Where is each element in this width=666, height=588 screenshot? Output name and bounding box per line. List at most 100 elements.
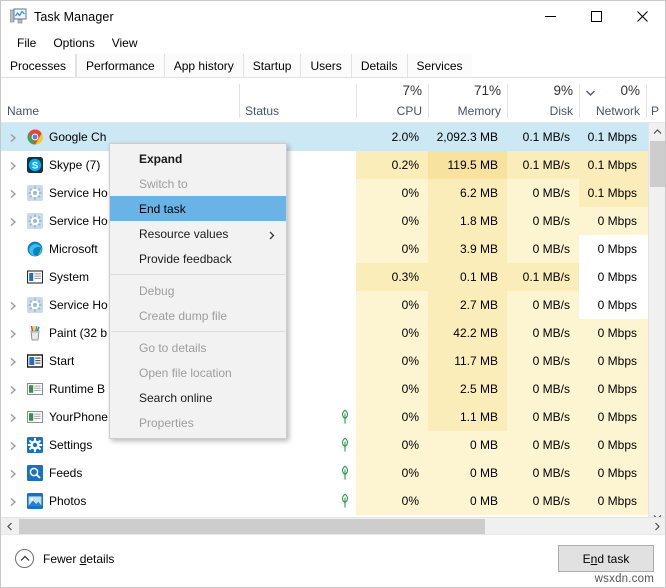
context-menu-item-end-task[interactable]: End task — [110, 196, 286, 221]
process-disk-cell[interactable]: 0 MB/s — [507, 431, 579, 459]
process-network-cell[interactable]: 0.1 Mbps — [579, 179, 646, 207]
process-memory-cell[interactable]: 1.8 MB — [428, 207, 507, 235]
process-disk-cell[interactable]: 0 MB/s — [507, 347, 579, 375]
process-disk-cell[interactable]: 0.1 MB/s — [507, 123, 579, 151]
process-network-cell[interactable]: 0 Mbps — [579, 207, 646, 235]
expand-chevron-icon[interactable] — [9, 300, 18, 310]
maximize-button[interactable] — [573, 1, 619, 32]
menu-item-view[interactable]: View — [104, 34, 147, 53]
tab-users[interactable]: Users — [300, 54, 350, 77]
tab-services[interactable]: Services — [407, 54, 472, 77]
process-disk-cell[interactable]: 0 MB/s — [507, 375, 579, 403]
expand-chevron-icon[interactable] — [9, 412, 18, 422]
expand-chevron-icon[interactable] — [9, 216, 18, 226]
process-memory-cell[interactable]: 42.2 MB — [428, 319, 507, 347]
column-header-memory[interactable]: 71%Memory — [428, 79, 507, 122]
process-memory-cell[interactable]: 11.7 MB — [428, 347, 507, 375]
process-disk-cell[interactable]: 0 MB/s — [507, 403, 579, 431]
process-cpu-cell[interactable]: 0% — [356, 459, 428, 487]
table-row[interactable]: SSkype (7)0.2%119.5 MB0.1 MB/s0.1 Mbps — [1, 151, 665, 179]
process-memory-cell[interactable]: 1.1 MB — [428, 403, 507, 431]
process-cpu-cell[interactable]: 0% — [356, 291, 428, 319]
process-disk-cell[interactable]: 0 MB/s — [507, 319, 579, 347]
process-memory-cell[interactable]: 119.5 MB — [428, 151, 507, 179]
close-button[interactable] — [619, 1, 665, 32]
process-memory-cell[interactable]: 2,092.3 MB — [428, 123, 507, 151]
process-network-cell[interactable]: 0 Mbps — [579, 403, 646, 431]
process-disk-cell[interactable]: 0 MB/s — [507, 207, 579, 235]
process-memory-cell[interactable]: 6.2 MB — [428, 179, 507, 207]
table-row[interactable]: System0.3%0.1 MB0.1 MB/s0 Mbps — [1, 263, 665, 291]
process-disk-cell[interactable]: 0 MB/s — [507, 179, 579, 207]
context-menu[interactable]: ExpandSwitch toEnd taskResource valuesPr… — [109, 143, 287, 439]
process-cpu-cell[interactable]: 0% — [356, 179, 428, 207]
process-memory-cell[interactable]: 0.1 MB — [428, 263, 507, 291]
process-memory-cell[interactable]: 0 MB — [428, 487, 507, 515]
process-memory-cell[interactable]: 2.5 MB — [428, 375, 507, 403]
expand-chevron-icon[interactable] — [9, 188, 18, 198]
process-disk-cell[interactable]: 0 MB/s — [507, 291, 579, 319]
table-row[interactable]: Google Ch2.0%2,092.3 MB0.1 MB/s0.1 Mbps — [1, 123, 665, 151]
process-cpu-cell[interactable]: 0% — [356, 235, 428, 263]
expand-chevron-icon[interactable] — [9, 356, 18, 366]
table-row[interactable]: Photos0%0 MB0 MB/s0 Mbps — [1, 487, 665, 515]
process-cpu-cell[interactable]: 2.0% — [356, 123, 428, 151]
process-disk-cell[interactable]: 0 MB/s — [507, 487, 579, 515]
process-network-cell[interactable]: 0 Mbps — [579, 347, 646, 375]
process-memory-cell[interactable]: 2.7 MB — [428, 291, 507, 319]
process-cpu-cell[interactable]: 0% — [356, 403, 428, 431]
table-row[interactable]: Service Ho0%2.7 MB0 MB/s0 Mbps — [1, 291, 665, 319]
context-menu-item-provide-feedback[interactable]: Provide feedback — [110, 246, 286, 271]
expand-chevron-icon[interactable] — [9, 160, 18, 170]
fewer-details-button[interactable]: Fewer details — [15, 549, 114, 568]
process-disk-cell[interactable]: 0.1 MB/s — [507, 263, 579, 291]
tab-app-history[interactable]: App history — [164, 54, 243, 77]
tab-performance[interactable]: Performance — [76, 54, 164, 77]
process-cpu-cell[interactable]: 0.2% — [356, 151, 428, 179]
process-network-cell[interactable]: 0 Mbps — [579, 291, 646, 319]
process-cpu-cell[interactable]: 0% — [356, 319, 428, 347]
menu-item-file[interactable]: File — [9, 34, 45, 53]
tab-processes[interactable]: Processes — [1, 54, 76, 77]
process-status-cell[interactable] — [239, 459, 356, 487]
process-network-cell[interactable]: 0 Mbps — [579, 319, 646, 347]
process-network-cell[interactable]: 0.1 Mbps — [579, 123, 646, 151]
process-memory-cell[interactable]: 3.9 MB — [428, 235, 507, 263]
process-disk-cell[interactable]: 0.1 MB/s — [507, 151, 579, 179]
process-network-cell[interactable]: 0 Mbps — [579, 235, 646, 263]
process-network-cell[interactable]: 0 Mbps — [579, 431, 646, 459]
column-header-disk[interactable]: 9%Disk — [507, 79, 579, 122]
table-row[interactable]: Paint (32 b0%42.2 MB0 MB/s0 Mbps — [1, 319, 665, 347]
column-header-cpu[interactable]: 7%CPU — [356, 79, 428, 122]
vertical-scrollbar[interactable] — [648, 123, 665, 525]
horizontal-scrollbar[interactable] — [1, 517, 665, 534]
process-cpu-cell[interactable]: 0% — [356, 347, 428, 375]
table-row[interactable]: Service Ho0%1.8 MB0 MB/s0 Mbps — [1, 207, 665, 235]
context-menu-item-expand[interactable]: Expand — [110, 146, 286, 171]
menu-item-options[interactable]: Options — [45, 34, 103, 53]
process-memory-cell[interactable]: 0 MB — [428, 431, 507, 459]
expand-chevron-icon[interactable] — [9, 468, 18, 478]
scroll-up-icon[interactable] — [649, 123, 666, 140]
table-row[interactable]: YourPhone.exe (2)0%1.1 MB0 MB/s0 Mbps — [1, 403, 665, 431]
process-cpu-cell[interactable]: 0% — [356, 487, 428, 515]
process-disk-cell[interactable]: 0 MB/s — [507, 459, 579, 487]
end-task-button[interactable]: End task — [558, 545, 654, 572]
expand-chevron-icon[interactable] — [9, 132, 18, 142]
table-row[interactable]: Service Ho0%6.2 MB0 MB/s0.1 Mbps — [1, 179, 665, 207]
process-status-cell[interactable] — [239, 487, 356, 515]
process-cpu-cell[interactable]: 0.3% — [356, 263, 428, 291]
process-network-cell[interactable]: 0 Mbps — [579, 459, 646, 487]
process-cpu-cell[interactable]: 0% — [356, 375, 428, 403]
expand-chevron-icon[interactable] — [9, 440, 18, 450]
column-header-status[interactable]: Status — [239, 79, 356, 122]
process-cpu-cell[interactable]: 0% — [356, 207, 428, 235]
tab-startup[interactable]: Startup — [243, 54, 301, 77]
minimize-button[interactable] — [527, 1, 573, 32]
expand-chevron-icon[interactable] — [9, 496, 18, 506]
table-row[interactable]: Start0%11.7 MB0 MB/s0 Mbps — [1, 347, 665, 375]
tab-details[interactable]: Details — [351, 54, 407, 77]
horizontal-scrollbar-thumb[interactable] — [19, 519, 485, 534]
process-cpu-cell[interactable]: 0% — [356, 431, 428, 459]
process-network-cell[interactable]: 0 Mbps — [579, 375, 646, 403]
